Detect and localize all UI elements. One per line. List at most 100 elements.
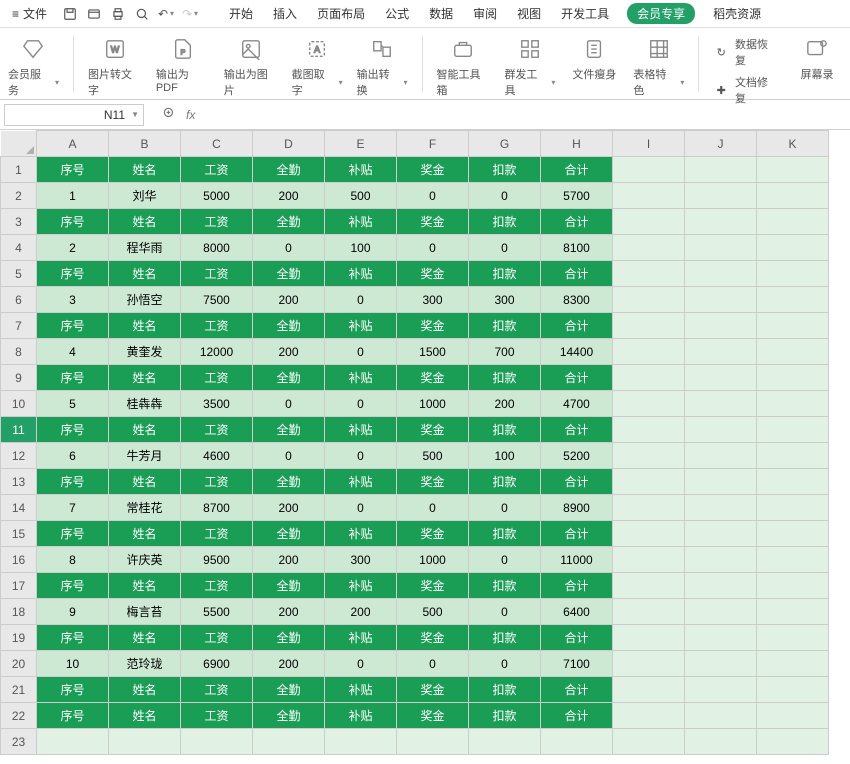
cell[interactable]: 序号 (37, 469, 109, 495)
cell[interactable] (757, 469, 829, 495)
cell[interactable] (613, 677, 685, 703)
row-header-6[interactable]: 6 (1, 287, 37, 313)
cell[interactable]: 合计 (541, 469, 613, 495)
cell[interactable] (757, 417, 829, 443)
cell[interactable]: 补贴 (325, 417, 397, 443)
cell[interactable] (685, 677, 757, 703)
ribbon-table-feature[interactable]: 表格特色▾ (633, 32, 684, 98)
tab-member[interactable]: 会员专享 (627, 3, 695, 24)
cell[interactable]: 合计 (541, 365, 613, 391)
ribbon-member-service[interactable]: 会员服务▾ (8, 32, 59, 98)
cell[interactable]: 5700 (541, 183, 613, 209)
col-header-I[interactable]: I (613, 131, 685, 157)
print-icon[interactable] (109, 5, 127, 23)
cell[interactable] (613, 365, 685, 391)
row-header-18[interactable]: 18 (1, 599, 37, 625)
cell[interactable]: 奖金 (397, 261, 469, 287)
cell[interactable]: 工资 (181, 469, 253, 495)
cell[interactable]: 8000 (181, 235, 253, 261)
cell[interactable]: 200 (253, 287, 325, 313)
ribbon-doc-repair[interactable]: ✚文档修复 (713, 74, 778, 106)
cell[interactable]: 14400 (541, 339, 613, 365)
cell[interactable] (613, 209, 685, 235)
cell[interactable]: 序号 (37, 313, 109, 339)
cell[interactable]: 0 (469, 599, 541, 625)
col-header-F[interactable]: F (397, 131, 469, 157)
row-header-10[interactable]: 10 (1, 391, 37, 417)
cell[interactable]: 工资 (181, 313, 253, 339)
cell[interactable]: 1 (37, 183, 109, 209)
row-header-21[interactable]: 21 (1, 677, 37, 703)
cell[interactable]: 6400 (541, 599, 613, 625)
col-header-J[interactable]: J (685, 131, 757, 157)
tab-review[interactable]: 审阅 (471, 3, 499, 24)
cell[interactable]: 6 (37, 443, 109, 469)
cell[interactable]: 0 (469, 651, 541, 677)
cell[interactable] (757, 391, 829, 417)
cell[interactable]: 0 (469, 495, 541, 521)
cell[interactable]: 100 (325, 235, 397, 261)
cell[interactable] (757, 157, 829, 183)
row-header-9[interactable]: 9 (1, 365, 37, 391)
undo-icon[interactable]: ↶▾ (157, 5, 175, 23)
cell[interactable]: 合计 (541, 625, 613, 651)
cell[interactable]: 全勤 (253, 521, 325, 547)
cell[interactable]: 扣款 (469, 625, 541, 651)
cell[interactable] (757, 573, 829, 599)
cell[interactable] (613, 339, 685, 365)
cell[interactable]: 姓名 (109, 417, 181, 443)
cell[interactable]: 500 (397, 599, 469, 625)
col-header-A[interactable]: A (37, 131, 109, 157)
ribbon-export-img[interactable]: 输出为图片 (224, 32, 278, 98)
cell[interactable]: 4700 (541, 391, 613, 417)
cell[interactable]: 0 (397, 235, 469, 261)
cell[interactable]: 全勤 (253, 157, 325, 183)
cell[interactable]: 扣款 (469, 313, 541, 339)
row-header-1[interactable]: 1 (1, 157, 37, 183)
cell[interactable]: 3500 (181, 391, 253, 417)
row-header-2[interactable]: 2 (1, 183, 37, 209)
col-header-E[interactable]: E (325, 131, 397, 157)
row-header-16[interactable]: 16 (1, 547, 37, 573)
cell[interactable] (685, 261, 757, 287)
cell[interactable] (613, 157, 685, 183)
cell[interactable]: 200 (253, 339, 325, 365)
cell[interactable] (757, 625, 829, 651)
cell[interactable]: 扣款 (469, 417, 541, 443)
cell[interactable] (685, 287, 757, 313)
cell[interactable]: 扣款 (469, 573, 541, 599)
tab-layout[interactable]: 页面布局 (315, 3, 367, 24)
cell[interactable]: 300 (325, 547, 397, 573)
cell[interactable]: 500 (397, 443, 469, 469)
cell[interactable] (685, 183, 757, 209)
expand-icon[interactable] (162, 106, 176, 123)
cell[interactable]: 许庆英 (109, 547, 181, 573)
row-header-3[interactable]: 3 (1, 209, 37, 235)
cell[interactable] (685, 365, 757, 391)
cell[interactable]: 全勤 (253, 365, 325, 391)
cell[interactable] (325, 729, 397, 755)
row-header-22[interactable]: 22 (1, 703, 37, 729)
col-header-G[interactable]: G (469, 131, 541, 157)
cell[interactable] (613, 547, 685, 573)
cell[interactable]: 合计 (541, 703, 613, 729)
cell[interactable]: 5500 (181, 599, 253, 625)
cell[interactable]: 工资 (181, 521, 253, 547)
cell[interactable]: 姓名 (109, 313, 181, 339)
cell[interactable]: 奖金 (397, 417, 469, 443)
cell[interactable]: 奖金 (397, 157, 469, 183)
cell[interactable] (757, 677, 829, 703)
cell[interactable] (757, 651, 829, 677)
tab-resources[interactable]: 稻壳资源 (711, 3, 763, 24)
cell[interactable]: 合计 (541, 261, 613, 287)
cell[interactable]: 300 (397, 287, 469, 313)
cell[interactable]: 0 (469, 547, 541, 573)
cell[interactable]: 奖金 (397, 521, 469, 547)
row-header-5[interactable]: 5 (1, 261, 37, 287)
cell[interactable]: 补贴 (325, 209, 397, 235)
row-header-8[interactable]: 8 (1, 339, 37, 365)
cell[interactable]: 9500 (181, 547, 253, 573)
row-header-14[interactable]: 14 (1, 495, 37, 521)
cell[interactable] (613, 729, 685, 755)
cell[interactable]: 扣款 (469, 703, 541, 729)
